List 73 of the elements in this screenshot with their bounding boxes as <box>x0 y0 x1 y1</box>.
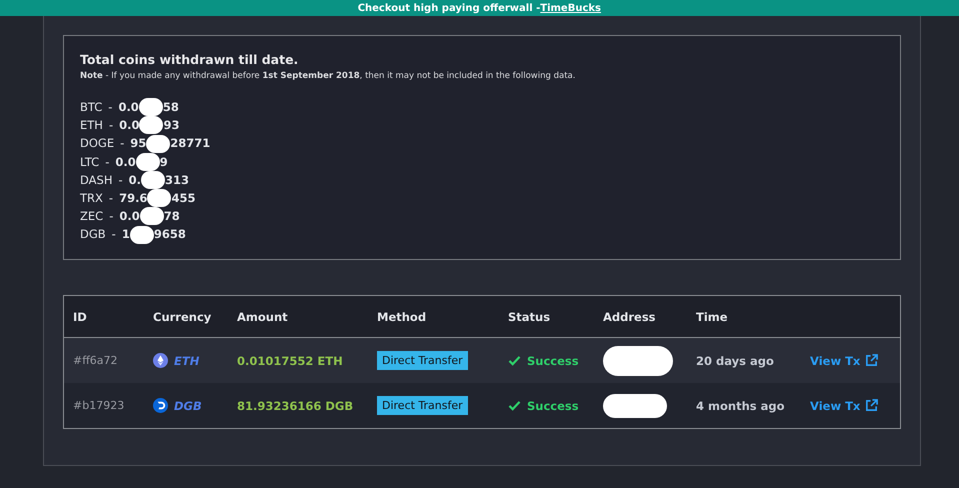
coin-symbol: TRX <box>80 190 103 208</box>
coin-symbol: DASH <box>80 172 112 189</box>
coin-symbol: BTC <box>80 99 102 116</box>
method-badge: Direct Transfer <box>377 351 468 370</box>
redaction-mark <box>603 394 667 418</box>
coin-symbol: DGB <box>80 226 106 244</box>
redaction-mark <box>136 152 160 171</box>
coin-value-end: 58 <box>162 99 179 116</box>
currency-label: DGB <box>174 398 202 412</box>
dash-text: - <box>108 99 112 116</box>
dash-text: - <box>112 226 116 244</box>
id-cell-text: #b17923 <box>72 399 126 412</box>
amount-cell-text: 81.93236166 DGB <box>236 398 354 412</box>
coin-value-end: 78 <box>164 208 180 226</box>
view-tx-link[interactable]: View Tx <box>810 398 878 412</box>
timebucks-link[interactable]: TimeBucks <box>540 2 601 14</box>
time-cell-text: 4 months ago <box>695 398 786 412</box>
coin-value-end: 313 <box>165 172 190 189</box>
coin-value-start: 0.0 <box>115 154 136 171</box>
dash-text: - <box>108 190 114 208</box>
dash-text: - <box>120 135 124 152</box>
summary-title: Total coins withdrawn till date. <box>80 52 300 67</box>
dash-text: - <box>118 172 123 189</box>
redaction-mark <box>139 116 164 134</box>
coin-symbol: DOGE <box>80 135 114 152</box>
method-badge: Direct Transfer <box>377 396 468 415</box>
banner-text: Checkout high paying offerwall - <box>358 2 540 14</box>
redaction-mark <box>140 207 164 226</box>
column-header: Address <box>602 310 657 324</box>
column-header: Time <box>695 310 729 324</box>
coin-value-start: 0.0 <box>119 208 140 226</box>
column-header: Currency <box>152 310 212 324</box>
amount-cell-text: 0.01017552 ETH <box>236 354 344 368</box>
coin-value-start: 0.0 <box>119 117 140 134</box>
coin-value-end: 9 <box>160 154 168 171</box>
external-link-icon <box>865 399 878 412</box>
currency-label: ETH <box>174 354 200 368</box>
redaction-mark <box>146 134 170 152</box>
column-header: Amount <box>236 310 289 324</box>
id-cell-text: #ff6a72 <box>72 354 119 367</box>
status-text: Success <box>527 398 579 412</box>
coin-value-end: 28771 <box>170 135 210 152</box>
dash-text: - <box>105 154 110 171</box>
time-cell-text: 20 days ago <box>695 354 775 368</box>
dash-text: - <box>109 208 114 226</box>
coin-value-end: 455 <box>171 190 196 208</box>
coin-symbol: ZEC <box>80 208 104 226</box>
ethereum-coin-icon <box>153 353 168 368</box>
checkmark-icon <box>508 355 521 366</box>
coin-value-start: 95 <box>130 135 146 152</box>
redaction-mark <box>603 346 673 376</box>
coin-value-end: 9658 <box>154 226 186 244</box>
view-tx-link[interactable]: View Tx <box>810 354 878 368</box>
dash-text: - <box>108 117 114 134</box>
status-text: Success <box>527 354 579 368</box>
redaction-mark <box>130 226 154 244</box>
coin-value-start: 1 <box>122 226 130 244</box>
coin-value-start: 0.0 <box>118 99 139 116</box>
coin-value-start: 0. <box>128 172 141 189</box>
column-header: ID <box>72 310 88 324</box>
column-header: Method <box>376 310 428 324</box>
checkmark-icon <box>508 400 521 411</box>
coin-symbol: ETH <box>80 117 103 134</box>
coin-symbol: LTC <box>80 154 100 171</box>
external-link-icon <box>865 354 878 367</box>
column-header: Status <box>507 310 552 324</box>
note-text: Note - If you made any withdrawal before 1st September 2018, then it may not be included in the following data. <box>80 71 576 81</box>
coin-value-start: 79.6 <box>119 190 148 208</box>
redaction-mark <box>138 98 163 116</box>
digibyte-coin-icon <box>153 398 168 413</box>
redaction-mark <box>141 170 165 189</box>
redaction-mark <box>147 189 172 208</box>
coin-value-end: 93 <box>163 117 180 134</box>
